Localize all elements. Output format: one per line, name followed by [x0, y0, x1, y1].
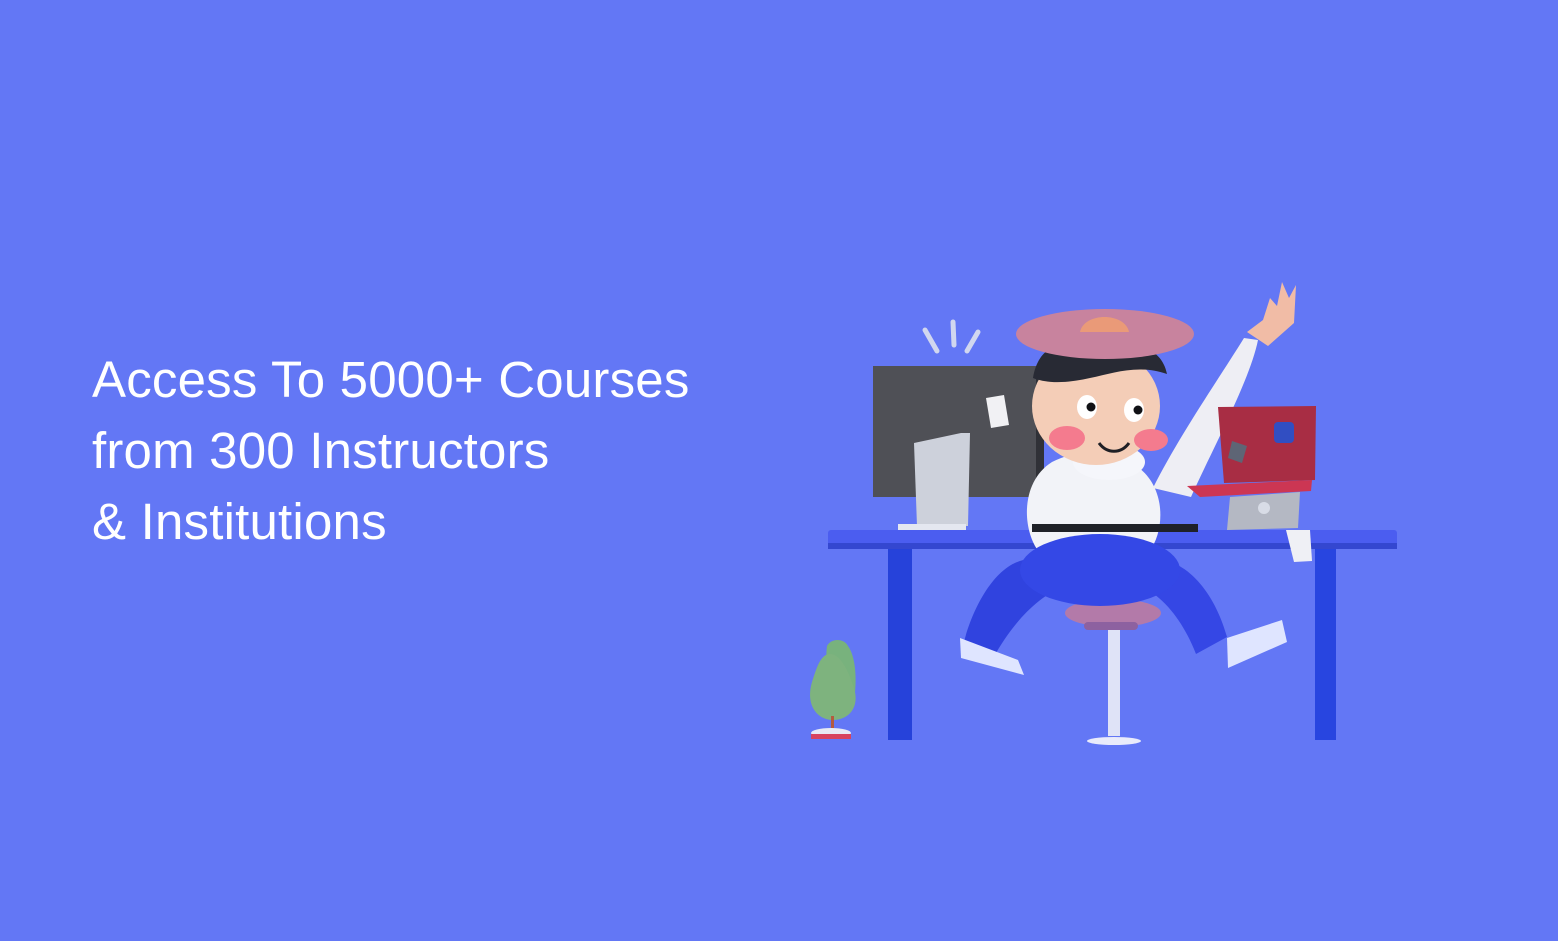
hero-headline: Access To 5000+ Courses from 300 Instruc…	[92, 344, 690, 557]
chair-illustration	[1065, 599, 1161, 745]
sparkle-icon	[922, 319, 981, 354]
headline-line-2: from 300 Instructors	[92, 422, 550, 479]
student-at-desk-illustration	[810, 282, 1397, 745]
headline-line-3: & Institutions	[92, 493, 387, 550]
plant-illustration	[810, 640, 856, 739]
headline-line-1: Access To 5000+ Courses	[92, 351, 690, 408]
monitor-illustration	[873, 366, 1044, 530]
